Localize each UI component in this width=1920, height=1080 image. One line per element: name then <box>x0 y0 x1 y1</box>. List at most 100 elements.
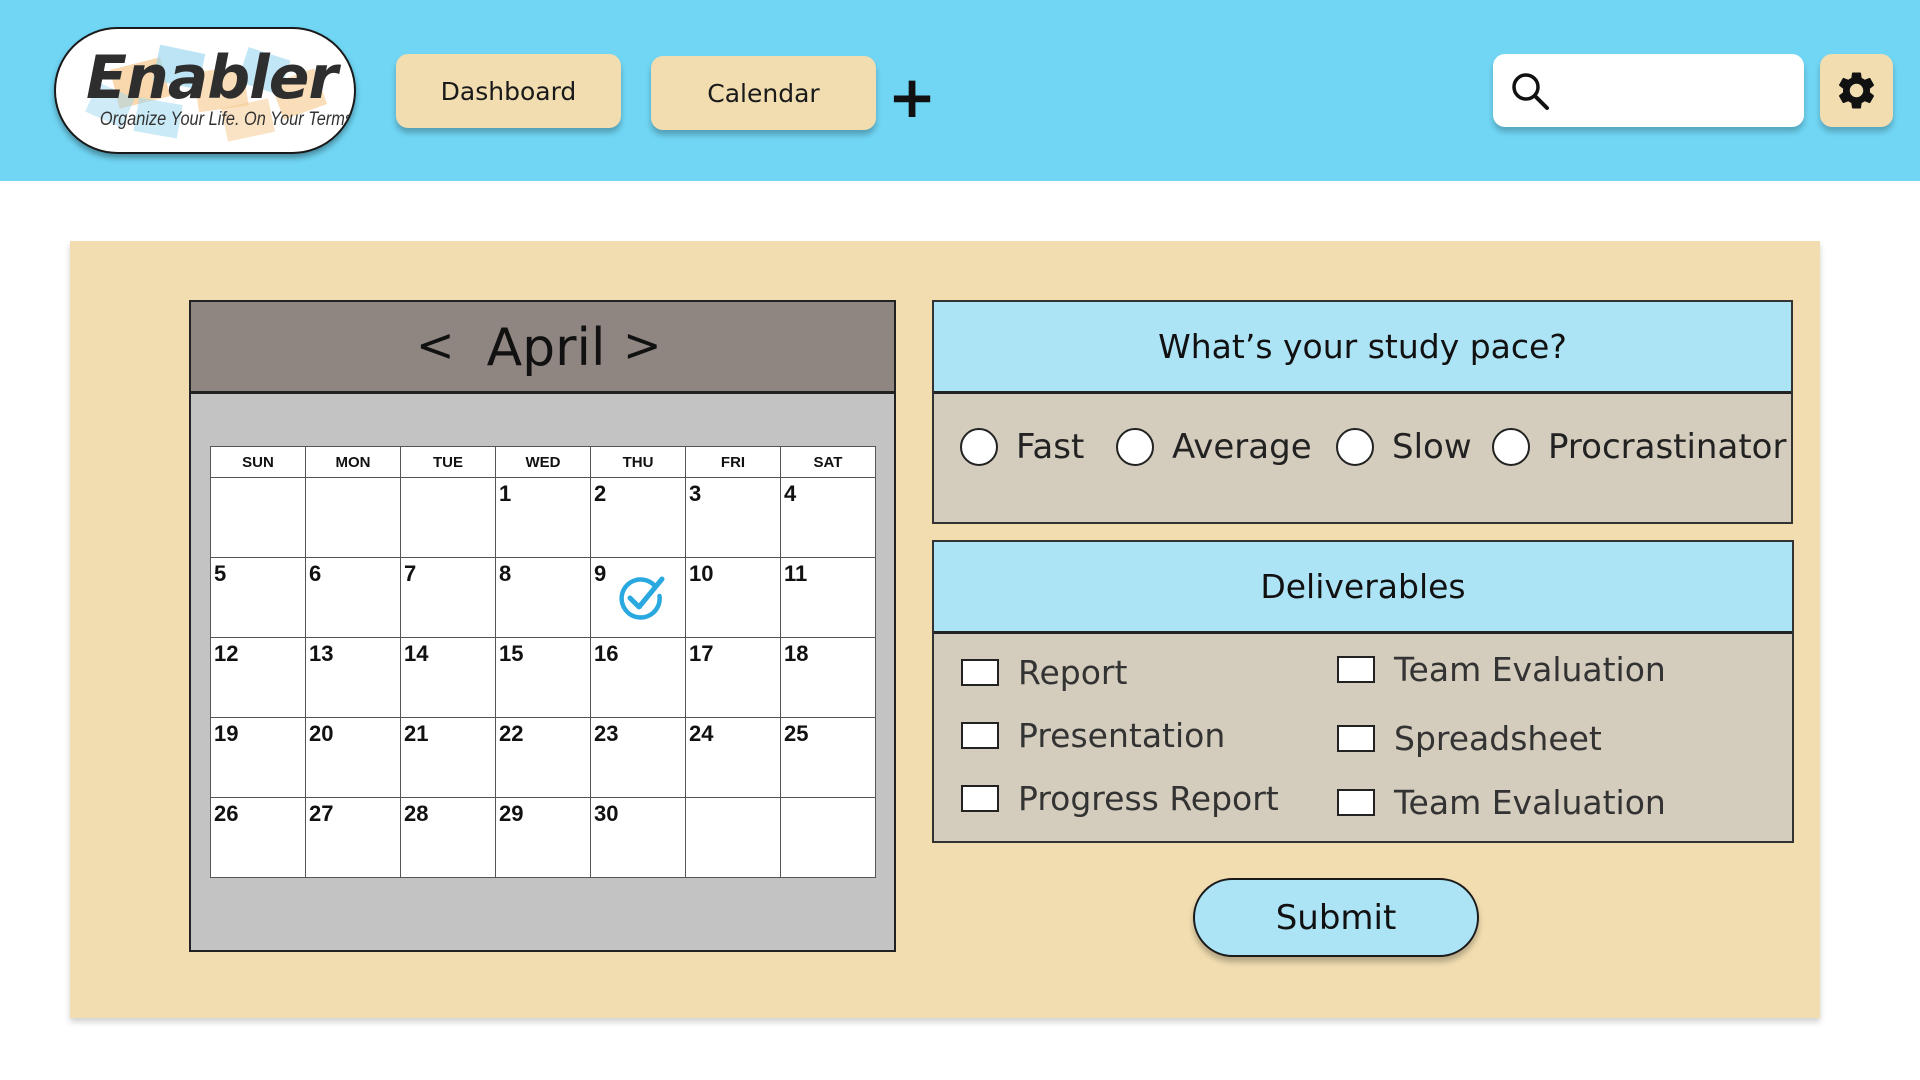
calendar-week-3: 12 13 14 15 16 17 18 <box>210 637 876 718</box>
day-number: 28 <box>404 801 429 826</box>
deliverable-team-evaluation-2[interactable]: Team Evaluation <box>1337 779 1666 825</box>
calendar-day-cell[interactable]: 7 <box>400 557 496 638</box>
pace-option-label: Average <box>1172 427 1312 467</box>
radio-button[interactable] <box>960 428 998 466</box>
calendar-day-cell[interactable]: 17 <box>685 637 781 718</box>
previous-month-button[interactable]: < <box>416 318 455 372</box>
deliverable-label: Report <box>1018 652 1128 692</box>
calendar-day-cell[interactable]: 16 <box>590 637 686 718</box>
dashboard-button[interactable]: Dashboard <box>396 54 621 128</box>
calendar-day-cell[interactable]: 11 <box>780 557 876 638</box>
next-month-button[interactable]: > <box>623 318 662 372</box>
day-number: 20 <box>309 721 334 746</box>
calendar-day-cell[interactable]: 1 <box>495 477 591 558</box>
study-pace-card: What’s your study pace? Fast Average Slo… <box>932 300 1793 524</box>
calendar-day-cell[interactable]: 22 <box>495 717 591 798</box>
radio-button[interactable] <box>1336 428 1374 466</box>
checkbox[interactable] <box>1337 788 1375 816</box>
calendar-day-cell[interactable]: 18 <box>780 637 876 718</box>
deliverable-presentation[interactable]: Presentation <box>961 712 1225 758</box>
calendar-day-cell[interactable]: 10 <box>685 557 781 638</box>
calendar-day-cell[interactable]: 20 <box>305 717 401 798</box>
calendar-day-cell[interactable]: 27 <box>305 797 401 878</box>
calendar-day-cell[interactable]: 14 <box>400 637 496 718</box>
weekday-tue: TUE <box>400 446 496 478</box>
calendar-day-cell[interactable]: 24 <box>685 717 781 798</box>
calendar-day-cell[interactable]: 6 <box>305 557 401 638</box>
calendar-day-cell[interactable]: 13 <box>305 637 401 718</box>
calendar-day-cell[interactable]: 5 <box>210 557 306 638</box>
search-bar[interactable] <box>1493 54 1804 127</box>
pace-option-average[interactable]: Average <box>1116 422 1312 472</box>
calendar-day-cell[interactable]: 2 <box>590 477 686 558</box>
checkbox[interactable] <box>1337 655 1375 683</box>
weekday-fri: FRI <box>685 446 781 478</box>
day-number: 5 <box>214 561 227 586</box>
day-number: 6 <box>309 561 322 586</box>
search-input[interactable] <box>1563 68 1788 112</box>
day-number: 11 <box>784 561 808 586</box>
calendar-day-cell[interactable]: 8 <box>495 557 591 638</box>
submit-button[interactable]: Submit <box>1193 878 1479 957</box>
radio-button[interactable] <box>1116 428 1154 466</box>
top-bar: Enabler Organize Your Life. On Your Term… <box>0 0 1920 181</box>
settings-button[interactable] <box>1820 54 1893 127</box>
calendar-day-cell[interactable]: 12 <box>210 637 306 718</box>
weekday-wed: WED <box>495 446 591 478</box>
calendar-day-cell[interactable]: 3 <box>685 477 781 558</box>
day-number: 25 <box>784 721 809 746</box>
calendar-day-cell[interactable]: 28 <box>400 797 496 878</box>
radio-button[interactable] <box>1492 428 1530 466</box>
deliverables-card: Deliverables Report Presentation Progres… <box>932 540 1794 843</box>
calendar-day-cell[interactable] <box>780 797 876 878</box>
checkbox[interactable] <box>961 721 999 749</box>
pace-option-label: Slow <box>1392 427 1472 467</box>
search-icon[interactable] <box>1509 70 1551 112</box>
calendar-month-title: April <box>486 318 606 378</box>
pace-option-fast[interactable]: Fast <box>960 422 1084 472</box>
day-number: 30 <box>594 801 619 826</box>
deliverable-label: Spreadsheet <box>1394 718 1602 758</box>
calendar-day-cell[interactable]: 21 <box>400 717 496 798</box>
calendar-day-cell[interactable] <box>210 477 306 558</box>
day-number: 26 <box>214 801 239 826</box>
day-number: 14 <box>404 641 429 666</box>
day-number: 1 <box>499 481 512 506</box>
calendar-day-cell[interactable] <box>685 797 781 878</box>
calendar-day-cell[interactable]: 4 <box>780 477 876 558</box>
calendar-button[interactable]: Calendar <box>651 56 876 130</box>
pace-option-slow[interactable]: Slow <box>1336 422 1472 472</box>
calendar-grid: SUN MON TUE WED THU FRI SAT 1 2 3 4 5 6 <box>210 446 876 878</box>
pace-option-label: Fast <box>1016 427 1085 467</box>
calendar-day-cell[interactable] <box>400 477 496 558</box>
deliverable-spreadsheet[interactable]: Spreadsheet <box>1337 715 1602 761</box>
study-pace-question: What’s your study pace? <box>934 302 1791 394</box>
logo-wordmark: Enabler <box>86 43 338 113</box>
calendar-day-cell[interactable]: 23 <box>590 717 686 798</box>
calendar-day-cell[interactable]: 25 <box>780 717 876 798</box>
deliverable-progress-report[interactable]: Progress Report <box>961 775 1279 821</box>
enabler-logo[interactable]: Enabler Organize Your Life. On Your Term… <box>54 27 356 154</box>
calendar-day-cell[interactable]: 30 <box>590 797 686 878</box>
calendar-day-cell[interactable]: 19 <box>210 717 306 798</box>
deliverable-report[interactable]: Report <box>961 649 1127 695</box>
add-button[interactable]: + <box>887 68 937 126</box>
calendar-day-cell-checked[interactable]: 9 <box>590 557 686 638</box>
day-number: 23 <box>594 721 619 746</box>
calendar-day-cell[interactable]: 15 <box>495 637 591 718</box>
pace-option-procrastinator[interactable]: Procrastinator <box>1492 422 1786 472</box>
logo-tagline: Organize Your Life. On Your Terms. <box>99 109 356 130</box>
checkbox[interactable] <box>961 784 999 812</box>
day-number: 22 <box>499 721 524 746</box>
day-number: 4 <box>784 481 797 506</box>
calendar-day-cell[interactable]: 29 <box>495 797 591 878</box>
checkbox[interactable] <box>1337 724 1375 752</box>
calendar-week-1: 1 2 3 4 <box>210 477 876 558</box>
calendar-day-cell[interactable] <box>305 477 401 558</box>
calendar-day-cell[interactable]: 26 <box>210 797 306 878</box>
deliverable-team-evaluation[interactable]: Team Evaluation <box>1337 646 1666 692</box>
weekday-sat: SAT <box>780 446 876 478</box>
day-number: 9 <box>594 561 607 586</box>
checkbox[interactable] <box>961 658 999 686</box>
day-number: 3 <box>689 481 702 506</box>
